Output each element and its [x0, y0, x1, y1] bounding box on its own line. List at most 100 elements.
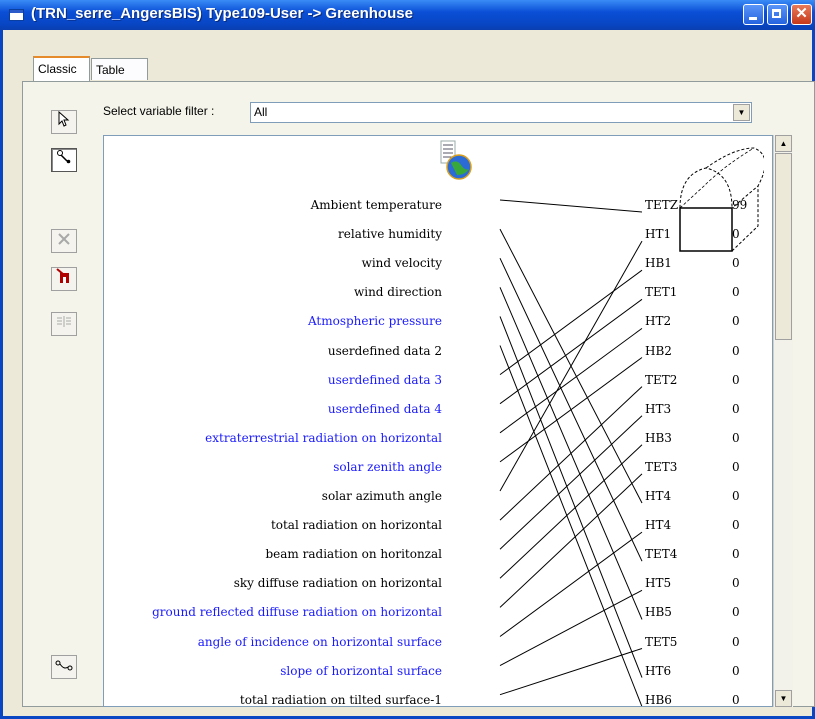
output-variable-label[interactable]: HB6	[645, 693, 672, 706]
input-variable-label[interactable]: total radiation on horizontal	[271, 518, 442, 532]
output-value: 0	[732, 227, 740, 242]
output-variable-label[interactable]: HB3	[645, 431, 672, 445]
connection-lines	[499, 199, 643, 706]
input-variable-label[interactable]: userdefined data 3	[328, 373, 442, 387]
connection-line	[499, 327, 643, 434]
maximize-button[interactable]	[767, 4, 788, 25]
input-variable-label[interactable]: Atmospheric pressure	[308, 314, 442, 328]
tab-table[interactable]: Table	[91, 58, 148, 80]
output-variable-label[interactable]: HT6	[645, 664, 671, 678]
output-variable-label[interactable]: TET3	[645, 460, 677, 474]
filter-value: All	[254, 105, 268, 119]
output-variable-label[interactable]: HT2	[645, 314, 671, 328]
minimize-button[interactable]	[743, 4, 764, 25]
output-variable-label[interactable]: TETZ	[645, 198, 678, 212]
minimize-icon	[749, 17, 757, 20]
connection-line	[499, 531, 643, 637]
vertical-scrollbar[interactable]: ▲ ▼	[773, 135, 793, 707]
move-button[interactable]	[51, 267, 77, 291]
chevron-down-icon[interactable]: ▼	[733, 104, 750, 121]
scroll-up-button[interactable]: ▲	[775, 135, 792, 152]
connection-line	[499, 199, 643, 213]
output-value: 0	[732, 401, 740, 416]
disabled-list-icon	[57, 316, 71, 327]
window-title: (TRN_serre_AngersBIS) Type109-User -> Gr…	[31, 5, 413, 22]
output-value: 0	[732, 605, 740, 620]
connector-icon	[55, 660, 73, 671]
input-variable-label[interactable]: slope of horizontal surface	[280, 664, 442, 678]
connection-line	[499, 589, 643, 667]
output-value: 0	[732, 692, 740, 707]
connection-line	[499, 357, 643, 463]
delete-button[interactable]	[51, 229, 77, 253]
output-value: 99	[732, 198, 748, 212]
output-variable-label[interactable]: HB5	[645, 605, 672, 619]
input-variable-label[interactable]: sky diffuse radiation on horizontal	[234, 576, 442, 590]
tab-classic[interactable]: Classic	[33, 56, 90, 81]
input-variable-label[interactable]: extraterrestrial radiation on horizontal	[205, 431, 442, 445]
maximize-icon	[772, 9, 781, 18]
output-variable-label[interactable]: HT4	[645, 489, 671, 503]
window-icon	[9, 9, 24, 21]
output-variable-label[interactable]: HT5	[645, 576, 671, 590]
close-button[interactable]: ✕	[791, 4, 812, 25]
output-variable-label[interactable]: HB2	[645, 344, 672, 358]
output-value: 0	[732, 343, 740, 358]
output-value: 0	[732, 430, 740, 445]
output-variable-label[interactable]: HB1	[645, 256, 672, 270]
link-icon	[57, 150, 71, 164]
connection-line	[499, 444, 643, 579]
input-variable-label[interactable]: beam radiation on horitonzal	[265, 547, 442, 561]
input-variable-label[interactable]: total radiation on tilted surface-1	[240, 693, 442, 706]
output-value: 0	[732, 547, 740, 562]
pointer-tool-button[interactable]	[51, 110, 77, 134]
connection-line	[499, 345, 643, 706]
input-variable-label[interactable]: angle of incidence on horizontal surface	[198, 635, 442, 649]
pointer-icon	[58, 110, 70, 127]
output-value: 0	[732, 634, 740, 649]
title-bar[interactable]: (TRN_serre_AngersBIS) Type109-User -> Gr…	[0, 0, 815, 30]
connection-line	[499, 415, 643, 550]
scroll-down-button[interactable]: ▼	[775, 690, 792, 707]
output-value: 0	[732, 576, 740, 591]
output-value: 0	[732, 459, 740, 474]
filter-label: Select variable filter :	[103, 104, 215, 118]
output-variable-label[interactable]: TET5	[645, 635, 677, 649]
connection-line	[499, 269, 643, 376]
output-value: 0	[732, 285, 740, 300]
variable-filter-select[interactable]: All ▼	[250, 102, 752, 123]
input-variable-label[interactable]: userdefined data 2	[328, 344, 442, 358]
output-value: 0	[732, 663, 740, 678]
output-value: 0	[732, 518, 740, 533]
connection-line	[499, 298, 643, 405]
output-variable-label[interactable]: TET1	[645, 285, 677, 299]
list-button[interactable]	[51, 312, 77, 336]
delete-icon	[58, 233, 70, 245]
input-variable-label[interactable]: wind direction	[354, 285, 442, 299]
connection-canvas[interactable]: Ambient temperature relative humidity wind…	[103, 135, 773, 707]
output-variable-label[interactable]: HT3	[645, 402, 671, 416]
output-value: 0	[732, 314, 740, 329]
output-variable-label[interactable]: HT1	[645, 227, 671, 241]
input-variable-label[interactable]: solar azimuth angle	[322, 489, 442, 503]
connection-line	[499, 648, 643, 696]
connection-line	[499, 473, 643, 608]
output-value: 0	[732, 489, 740, 503]
scroll-thumb[interactable]	[775, 153, 792, 340]
close-icon: ✕	[795, 5, 808, 22]
input-variable-label[interactable]: solar zenith angle	[333, 460, 442, 474]
connection-line	[499, 316, 643, 678]
input-variable-label[interactable]: ground reflected diffuse radiation on ho…	[152, 605, 442, 619]
connector-tool-button[interactable]	[51, 655, 77, 679]
output-value: 0	[732, 256, 740, 271]
input-variable-label[interactable]: relative humidity	[338, 227, 442, 241]
input-variable-label[interactable]: Ambient temperature	[311, 198, 442, 212]
input-variable-label[interactable]: userdefined data 4	[328, 402, 442, 416]
output-variable-label[interactable]: TET2	[645, 373, 677, 387]
output-variable-label[interactable]: TET4	[645, 547, 677, 561]
output-variable-label[interactable]: HT4	[645, 518, 671, 532]
input-variable-label[interactable]: wind velocity	[362, 256, 442, 270]
move-icon	[56, 268, 69, 283]
link-tool-button[interactable]	[51, 148, 77, 172]
output-value: 0	[732, 372, 740, 387]
